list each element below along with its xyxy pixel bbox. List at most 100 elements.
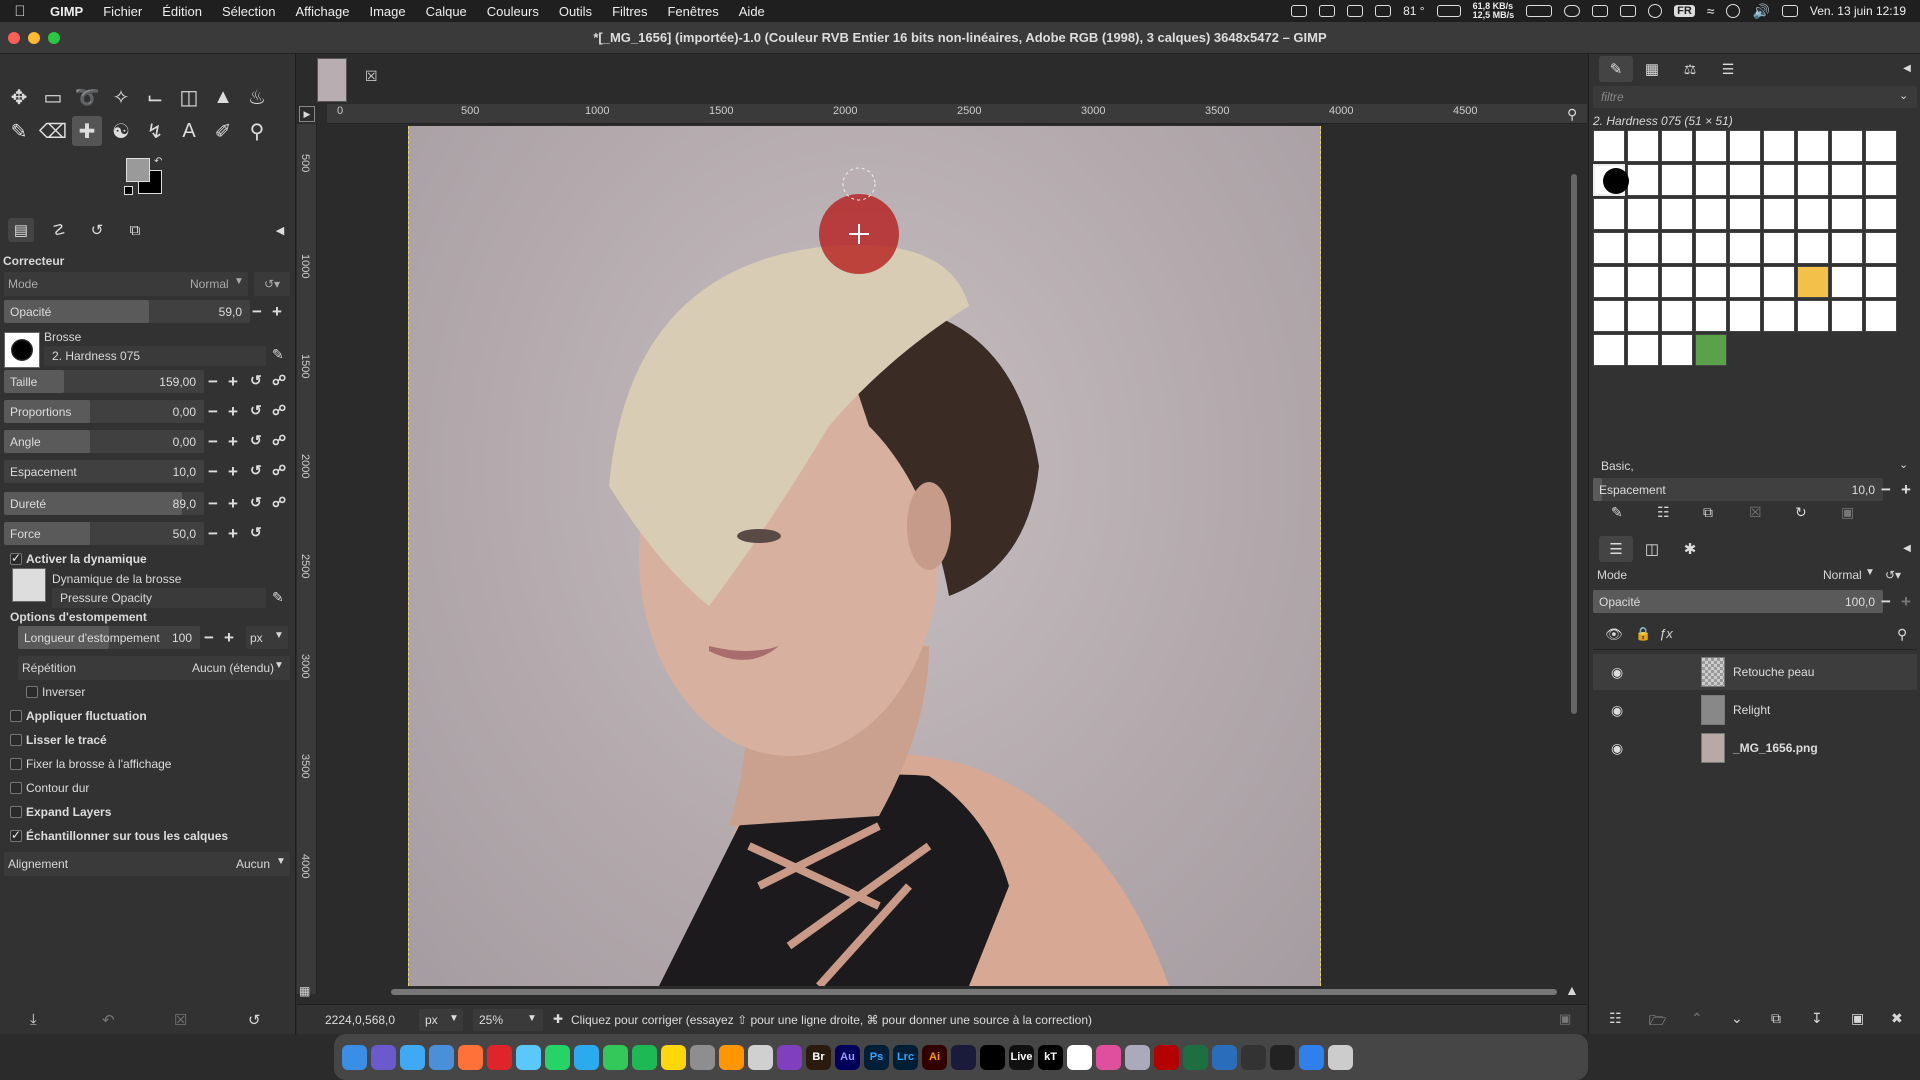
edit-dynamics-icon[interactable]: ✎ xyxy=(272,589,284,606)
menu-outils[interactable]: Outils xyxy=(549,4,602,19)
spacing-link-icon[interactable]: ☍ xyxy=(272,462,286,479)
brush-filter-input[interactable]: filtre ⌄ xyxy=(1593,86,1917,108)
dynamics-preview-icon[interactable] xyxy=(12,568,46,602)
menu-couleurs[interactable]: Couleurs xyxy=(477,4,549,19)
brush-swatch[interactable] xyxy=(1763,300,1795,332)
cloud-icon[interactable] xyxy=(1299,1044,1324,1070)
size-link-icon[interactable]: ☍ xyxy=(272,372,286,389)
brush-swatch[interactable] xyxy=(1661,130,1693,162)
size-slider[interactable]: Taille 159,00 xyxy=(4,370,204,393)
color-picker-tool-icon[interactable]: ✐ xyxy=(208,116,238,146)
eye-icon[interactable]: ◉ xyxy=(1611,740,1623,757)
brush-swatch[interactable] xyxy=(1797,300,1829,332)
delete-brush-button[interactable]: ☒ xyxy=(1749,504,1762,521)
menu-affichage[interactable]: Affichage xyxy=(285,4,359,19)
layer-mode-select[interactable]: Mode Normal ▼ xyxy=(1593,564,1879,586)
notes-icon[interactable] xyxy=(661,1044,686,1070)
menu-calque[interactable]: Calque xyxy=(416,4,477,19)
refresh-brushes-button[interactable]: ↻ xyxy=(1795,504,1807,521)
merge-layer-button[interactable]: ↧ xyxy=(1811,1010,1823,1027)
zoom-tool-icon[interactable]: ⚲ xyxy=(242,116,272,146)
new-group-button[interactable]: 🗁 xyxy=(1649,1010,1666,1034)
quick-mask-toggle-icon[interactable]: ▶ xyxy=(299,106,315,122)
brushes-spacing-minus-button[interactable]: − xyxy=(1881,480,1891,500)
input-language[interactable]: FR xyxy=(1674,5,1695,17)
brushes-spacing-slider[interactable]: Espacement 10,0 xyxy=(1593,478,1883,501)
brush-preview[interactable] xyxy=(4,332,40,368)
volume-icon[interactable]: 🔊 xyxy=(1752,3,1769,20)
finder-icon[interactable] xyxy=(342,1044,367,1070)
telegram-icon[interactable] xyxy=(574,1044,599,1070)
cloud-icon[interactable] xyxy=(1564,5,1581,17)
mail-icon[interactable] xyxy=(429,1044,454,1070)
brush-swatch[interactable] xyxy=(1695,164,1727,196)
unit-select[interactable]: px ▼ xyxy=(419,1009,463,1031)
brush-swatch[interactable] xyxy=(1797,130,1829,162)
brush-swatch[interactable] xyxy=(1695,198,1727,230)
grid-icon[interactable] xyxy=(1319,5,1336,17)
wifi-icon[interactable]: ≈ xyxy=(1707,3,1715,19)
paintbrush-tool-icon[interactable]: ✎ xyxy=(4,116,34,146)
menu-filtres[interactable]: Filtres xyxy=(602,4,657,19)
layer-mode-reset-icon[interactable]: ↺▾ xyxy=(1885,568,1901,582)
panel-menu-icon[interactable]: ◀ xyxy=(1899,540,1915,556)
lock-view-checkbox[interactable] xyxy=(10,758,22,770)
hardness-minus-button[interactable]: − xyxy=(208,494,218,514)
brush-swatch[interactable] xyxy=(1729,164,1761,196)
brush-swatch[interactable] xyxy=(1763,130,1795,162)
brush-swatch[interactable] xyxy=(1831,266,1863,298)
repeat-select[interactable]: Répétition Aucun (étendu) ▼ xyxy=(18,656,290,680)
brush-swatch[interactable] xyxy=(1831,198,1863,230)
trash-icon[interactable] xyxy=(1328,1044,1353,1070)
brush-swatch[interactable] xyxy=(1627,266,1659,298)
brush-swatch[interactable] xyxy=(1729,232,1761,264)
brush-swatch[interactable] xyxy=(1797,232,1829,264)
brush-swatch[interactable] xyxy=(1627,300,1659,332)
menu-selection[interactable]: Sélection xyxy=(212,4,285,19)
brush-preset-select[interactable]: Basic, ⌄ xyxy=(1593,456,1917,476)
app-icon[interactable] xyxy=(951,1044,976,1070)
proportions-slider[interactable]: Proportions 0,00 xyxy=(4,400,204,423)
channels-tab-icon[interactable]: ◫ xyxy=(1635,536,1669,562)
reset-options-icon[interactable]: ↺ xyxy=(248,1011,261,1029)
text-tool-icon[interactable]: A xyxy=(174,116,204,146)
brush-swatch[interactable] xyxy=(1763,266,1795,298)
brush-swatch[interactable] xyxy=(1695,300,1727,332)
patterns-tab-icon[interactable]: ▦ xyxy=(1635,56,1669,82)
size-reset-icon[interactable]: ↺ xyxy=(250,372,262,389)
bucket-fill-tool-icon[interactable]: ♨ xyxy=(242,82,272,112)
app-icon[interactable] xyxy=(1096,1044,1121,1070)
headphones-icon[interactable] xyxy=(1291,5,1308,17)
navigate-box-icon[interactable]: ▣ xyxy=(1559,1011,1571,1027)
spacing-plus-button[interactable]: + xyxy=(228,462,238,482)
airmail-icon[interactable] xyxy=(516,1044,541,1070)
navigate-icon[interactable]: ▲ xyxy=(1565,982,1579,998)
brush-swatch[interactable] xyxy=(1865,300,1897,332)
brush-swatch[interactable] xyxy=(1763,198,1795,230)
brush-swatch[interactable] xyxy=(1695,130,1727,162)
image-canvas[interactable] xyxy=(408,126,1321,986)
gimp-icon[interactable] xyxy=(690,1044,715,1070)
device-status-tab-icon[interactable]: ☡ xyxy=(46,218,72,242)
sketch-icon[interactable] xyxy=(1241,1044,1266,1070)
network-meter[interactable]: 61,8 KB/s 12,5 MB/s xyxy=(1473,2,1515,20)
menu-edition[interactable]: Édition xyxy=(152,4,212,19)
brush-swatch[interactable] xyxy=(1627,198,1659,230)
undo-history-tab-icon[interactable]: ↺ xyxy=(84,218,110,242)
close-image-tab-icon[interactable]: ☒ xyxy=(365,68,378,85)
eye-icon[interactable]: ◉ xyxy=(1611,702,1623,719)
opacity-plus-button[interactable]: + xyxy=(272,302,282,322)
smooth-checkbox[interactable] xyxy=(10,734,22,746)
brush-swatch[interactable] xyxy=(1763,232,1795,264)
terminal-icon[interactable] xyxy=(980,1044,1005,1070)
proportions-plus-button[interactable]: + xyxy=(228,402,238,422)
brushes-spacing-plus-button[interactable]: + xyxy=(1901,480,1911,500)
paths-tab-icon[interactable]: ✱ xyxy=(1673,536,1707,562)
unity-icon[interactable] xyxy=(1067,1044,1092,1070)
new-layer-button[interactable]: ☷ xyxy=(1609,1010,1622,1027)
panel-menu-icon[interactable]: ◀ xyxy=(272,222,288,238)
opacity-slider[interactable]: Opacité 59,0 xyxy=(4,300,250,323)
rect-select-tool-icon[interactable]: ▭ xyxy=(38,82,68,112)
temperature-readout[interactable]: 81 ° xyxy=(1403,4,1424,18)
layers-tab-icon[interactable]: ☰ xyxy=(1599,536,1633,562)
